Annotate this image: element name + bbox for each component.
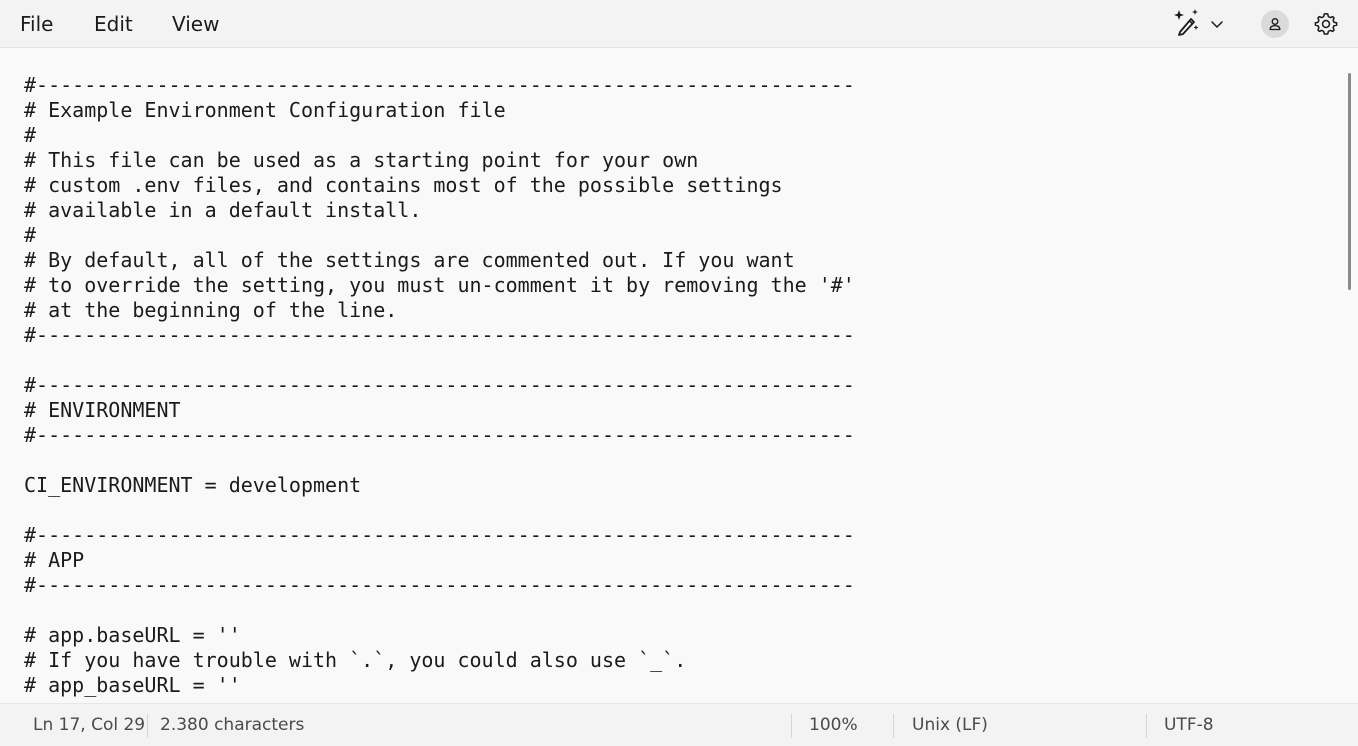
- copilot-sparkle-pen-icon: [1172, 7, 1202, 41]
- editor-line: # at the beginning of the line.: [24, 298, 398, 322]
- menu-edit[interactable]: Edit: [94, 0, 133, 48]
- chevron-down-icon: [1210, 17, 1224, 31]
- scrollbar-thumb[interactable]: [1348, 73, 1351, 290]
- editor-content[interactable]: #---------------------------------------…: [24, 73, 855, 698]
- editor-line: #---------------------------------------…: [24, 423, 855, 447]
- editor-line: #: [24, 223, 37, 247]
- status-divider: [1146, 714, 1147, 738]
- editor-line: #---------------------------------------…: [24, 323, 855, 347]
- text-editor[interactable]: #---------------------------------------…: [0, 49, 1358, 703]
- editor-line: # By default, all of the settings are co…: [24, 248, 795, 272]
- encoding[interactable]: UTF-8: [1164, 704, 1214, 746]
- cursor-position[interactable]: Ln 17, Col 29: [33, 704, 145, 746]
- editor-line: CI_ENVIRONMENT = development: [24, 473, 362, 497]
- status-divider: [791, 714, 792, 738]
- editor-line: # custom .env files, and contains most o…: [24, 173, 783, 197]
- notepad-window: File Edit View #------------------------…: [0, 0, 1358, 746]
- menu-view[interactable]: View: [172, 0, 219, 48]
- editor-line: # app_baseURL = '': [24, 673, 241, 697]
- copilot-button[interactable]: [1170, 8, 1236, 40]
- editor-line: # ENVIRONMENT: [24, 398, 181, 422]
- menu-file[interactable]: File: [20, 0, 53, 48]
- line-ending[interactable]: Unix (LF): [912, 704, 988, 746]
- account-icon: [1261, 10, 1289, 38]
- zoom-level[interactable]: 100%: [809, 704, 858, 746]
- gear-icon: [1313, 11, 1339, 37]
- character-count: 2.380 characters: [160, 715, 305, 735]
- editor-line: # If you have trouble with `.`, you coul…: [24, 648, 687, 672]
- status-divider: [893, 714, 894, 738]
- editor-line: # APP: [24, 548, 85, 572]
- editor-line: # app.baseURL = '': [24, 623, 241, 647]
- editor-line: # to override the setting, you must un-c…: [24, 273, 855, 297]
- menu-bar: File Edit View: [0, 0, 1358, 48]
- editor-line: #---------------------------------------…: [24, 523, 855, 547]
- settings-button[interactable]: [1310, 8, 1342, 40]
- editor-line: #---------------------------------------…: [24, 73, 855, 97]
- editor-line: #---------------------------------------…: [24, 373, 855, 397]
- vertical-scrollbar[interactable]: [1342, 49, 1358, 703]
- editor-line: # This file can be used as a starting po…: [24, 148, 699, 172]
- status-divider: [147, 714, 148, 738]
- editor-line: # available in a default install.: [24, 198, 422, 222]
- editor-line: #: [24, 123, 37, 147]
- editor-line: #---------------------------------------…: [24, 573, 855, 597]
- status-bar: Ln 17, Col 29 2.380 characters 100% Unix…: [0, 703, 1358, 746]
- account-button[interactable]: [1259, 8, 1291, 40]
- editor-line: # Example Environment Configuration file: [24, 98, 506, 122]
